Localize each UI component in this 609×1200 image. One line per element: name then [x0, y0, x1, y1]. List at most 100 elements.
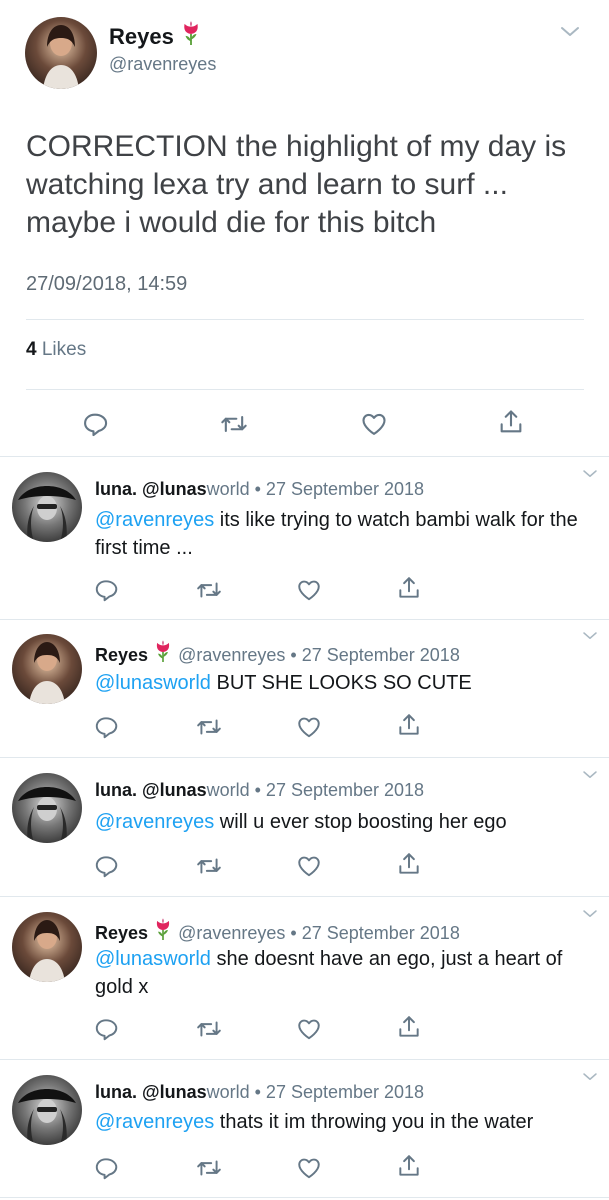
- reply-avatar[interactable]: [12, 912, 82, 982]
- reply-header: luna. @lunasworld • 27 September 2018: [95, 1081, 424, 1103]
- tulip-icon: [153, 918, 173, 942]
- reply-author-name[interactable]: luna.: [95, 780, 137, 800]
- reply-like-button[interactable]: [296, 1155, 322, 1181]
- reply-header: Reyes @ravenreyes • 27 September 2018: [95, 918, 460, 944]
- reply-header: luna. @lunasworld • 27 September 2018: [95, 779, 424, 801]
- reply-header: luna. @lunasworld • 27 September 2018: [95, 478, 424, 500]
- reply-share-button[interactable]: [396, 712, 422, 738]
- likes-summary[interactable]: 4 Likes: [26, 339, 86, 361]
- reply-avatar[interactable]: [12, 1075, 82, 1145]
- main-tweet-text: CORRECTION the highlight of my day is wa…: [26, 130, 567, 239]
- reply-like-button[interactable]: [296, 714, 322, 740]
- reply-icon: [93, 1155, 119, 1181]
- main-more-button[interactable]: [556, 20, 584, 44]
- main-share-button[interactable]: [497, 408, 525, 436]
- reply-icon: [93, 714, 119, 740]
- reply-date[interactable]: • 27 September 2018: [250, 479, 424, 499]
- reply-mention-link[interactable]: @lunasworld: [95, 672, 211, 694]
- reply-retweet-button[interactable]: [196, 577, 222, 603]
- reply-reply-button[interactable]: [93, 1016, 119, 1042]
- reply-text: @lunasworld BUT SHE LOOKS SO CUTE: [95, 672, 472, 694]
- reply-author-handle[interactable]: @lunasworld: [142, 780, 250, 800]
- retweet-icon: [196, 1016, 222, 1042]
- retweet-icon: [196, 714, 222, 740]
- reply-text: @ravenreyes will u ever stop boosting he…: [95, 811, 507, 833]
- divider: [26, 319, 584, 320]
- reply-mention-link[interactable]: @ravenreyes: [95, 811, 214, 833]
- retweet-icon: [220, 410, 248, 438]
- reply-avatar[interactable]: [12, 472, 82, 542]
- chevron-down-icon: [578, 465, 602, 483]
- tulip-icon: [180, 21, 202, 47]
- reply-date[interactable]: • 27 September 2018: [285, 923, 459, 943]
- reply-icon: [93, 577, 119, 603]
- heart-icon: [296, 577, 322, 603]
- reply-icon: [81, 410, 109, 438]
- reply-mention-link[interactable]: @ravenreyes: [95, 1111, 214, 1133]
- main-like-button[interactable]: [360, 410, 388, 438]
- chevron-down-icon: [578, 905, 602, 923]
- main-timestamp[interactable]: 27/09/2018, 14:59: [26, 271, 187, 297]
- reply-like-button[interactable]: [296, 853, 322, 879]
- reply-author-handle[interactable]: @ravenreyes: [178, 923, 285, 943]
- likes-label: Likes: [41, 339, 87, 360]
- reply-like-button[interactable]: [296, 577, 322, 603]
- reply-text: @lunasworld she doesnt have an ego, just…: [95, 948, 563, 998]
- share-icon: [396, 851, 422, 877]
- reply-author-handle[interactable]: @lunasworld: [142, 479, 250, 499]
- share-icon: [497, 408, 525, 436]
- reply-author-name[interactable]: Reyes: [95, 923, 148, 943]
- main-author-handle[interactable]: @ravenreyes: [109, 53, 216, 75]
- reply-author-handle[interactable]: @lunasworld: [142, 1082, 250, 1102]
- reply-more-button[interactable]: [578, 766, 602, 784]
- chevron-down-icon: [578, 1068, 602, 1086]
- reply-retweet-button[interactable]: [196, 1016, 222, 1042]
- heart-icon: [296, 853, 322, 879]
- reply-retweet-button[interactable]: [196, 853, 222, 879]
- retweet-icon: [196, 1155, 222, 1181]
- heart-icon: [296, 1155, 322, 1181]
- share-icon: [396, 1153, 422, 1179]
- reply-date[interactable]: • 27 September 2018: [250, 1082, 424, 1102]
- reply-share-button[interactable]: [396, 1014, 422, 1040]
- reply-date[interactable]: • 27 September 2018: [285, 645, 459, 665]
- reply-mention-link[interactable]: @lunasworld: [95, 948, 211, 970]
- reply-mention-link[interactable]: @ravenreyes: [95, 509, 214, 531]
- main-author-avatar[interactable]: [25, 17, 97, 89]
- reply-like-button[interactable]: [296, 1016, 322, 1042]
- divider: [0, 757, 609, 758]
- reply-date[interactable]: • 27 September 2018: [250, 780, 424, 800]
- heart-icon: [360, 410, 388, 438]
- reply-more-button[interactable]: [578, 465, 602, 483]
- chevron-down-icon: [578, 627, 602, 645]
- reply-share-button[interactable]: [396, 575, 422, 601]
- divider: [0, 1059, 609, 1060]
- main-reply-button[interactable]: [81, 410, 109, 438]
- reply-text: @ravenreyes thats it im throwing you in …: [95, 1111, 534, 1133]
- retweet-icon: [196, 853, 222, 879]
- reply-author-name[interactable]: luna.: [95, 479, 137, 499]
- reply-share-button[interactable]: [396, 1153, 422, 1179]
- main-retweet-button[interactable]: [220, 410, 248, 438]
- reply-more-button[interactable]: [578, 905, 602, 923]
- reply-reply-button[interactable]: [93, 1155, 119, 1181]
- reply-reply-button[interactable]: [93, 853, 119, 879]
- chevron-down-icon: [556, 20, 584, 44]
- reply-reply-button[interactable]: [93, 577, 119, 603]
- tulip-icon: [153, 640, 173, 664]
- reply-share-button[interactable]: [396, 851, 422, 877]
- main-author-name[interactable]: Reyes: [109, 21, 202, 51]
- reply-author-name[interactable]: luna.: [95, 1082, 137, 1102]
- reply-reply-button[interactable]: [93, 714, 119, 740]
- reply-retweet-button[interactable]: [196, 1155, 222, 1181]
- reply-author-name[interactable]: Reyes: [95, 645, 148, 665]
- retweet-icon: [196, 577, 222, 603]
- reply-header: Reyes @ravenreyes • 27 September 2018: [95, 640, 460, 666]
- reply-retweet-button[interactable]: [196, 714, 222, 740]
- reply-avatar[interactable]: [12, 634, 82, 704]
- reply-more-button[interactable]: [578, 1068, 602, 1086]
- heart-icon: [296, 1016, 322, 1042]
- reply-author-handle[interactable]: @ravenreyes: [178, 645, 285, 665]
- reply-more-button[interactable]: [578, 627, 602, 645]
- reply-avatar[interactable]: [12, 773, 82, 843]
